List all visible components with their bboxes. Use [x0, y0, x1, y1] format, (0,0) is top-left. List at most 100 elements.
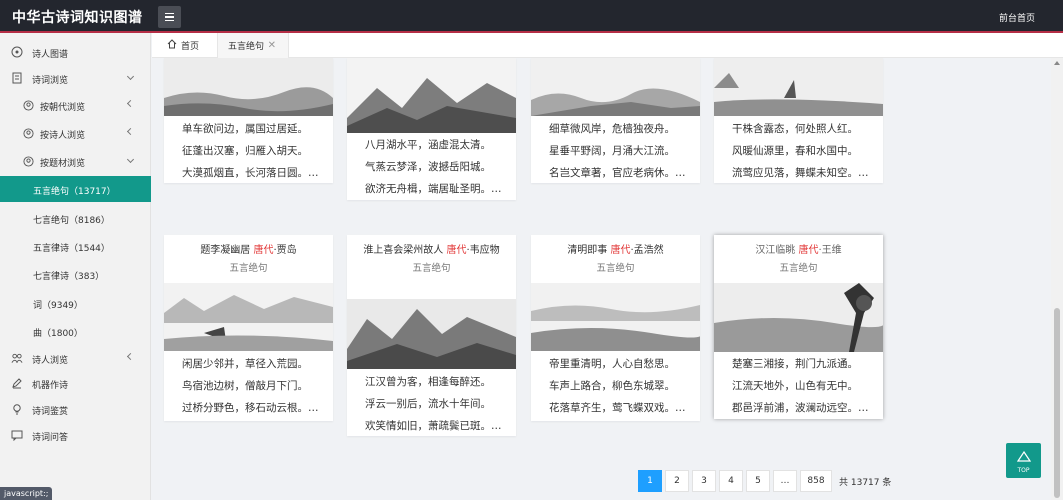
chevron-left-icon	[126, 127, 135, 137]
poem-line: 楚塞三湘接，荆门九派通。	[732, 358, 858, 370]
poem-card[interactable]: 清明即事 唐代·孟浩然 五言绝句 帝里重清明，人心自愁思。 车声上路合，柳色东城…	[531, 235, 700, 421]
page-ellipsis: …	[773, 470, 797, 492]
poem-line: 风暖仙源里，春和水国中。	[732, 145, 858, 157]
poem-line: 干株含露态，何处照人红。	[732, 123, 858, 135]
sidebar-item-ci[interactable]: 词（9349）	[0, 290, 151, 316]
poem-title[interactable]: 淮上喜会梁州故人	[363, 245, 443, 256]
triangle-up-icon	[1016, 447, 1031, 466]
pen-icon	[11, 377, 23, 389]
tab-wuyan-jueju[interactable]: 五言绝句 ✕	[217, 33, 289, 58]
page-last-button[interactable]: 858	[800, 470, 832, 492]
poem-line: 单车欲问边，属国过居延。	[182, 123, 308, 135]
landscape-image	[347, 58, 516, 133]
poem-type: 五言绝句	[229, 263, 268, 274]
scroll-up-arrow[interactable]	[1054, 61, 1060, 65]
poem-card[interactable]: 细草微风岸，危樯独夜舟。 星垂平野阔，月涌大江流。 名岂文章著，官应老病休。…	[531, 58, 700, 183]
bulb-icon	[11, 403, 23, 415]
poem-line: 气蒸云梦泽，波撼岳阳城。	[365, 161, 491, 173]
vertical-scrollbar[interactable]	[1051, 58, 1063, 500]
sidebar-item-poet-browse[interactable]: 诗人浏览	[0, 345, 151, 371]
poem-dynasty: 唐代	[798, 245, 819, 256]
poem-type: 五言绝句	[412, 263, 451, 274]
poem-line: 八月湖水平，涵虚混太清。	[365, 139, 491, 151]
circle-user-icon	[22, 99, 34, 111]
page-4-button[interactable]: 4	[719, 470, 743, 492]
back-to-top-button[interactable]: TOP	[1006, 443, 1041, 478]
sidebar-item-by-genre[interactable]: 按题材浏览	[0, 148, 151, 174]
tab-home[interactable]: 首页	[167, 33, 199, 58]
page-2-button[interactable]: 2	[665, 470, 689, 492]
landscape-image	[164, 58, 333, 116]
menu-toggle-button[interactable]	[158, 6, 181, 28]
sidebar-item-qiyan-jueju[interactable]: 七言绝句（8186）	[0, 205, 151, 231]
sidebar-item-wuyan-lvshi[interactable]: 五言律诗（1544）	[0, 233, 151, 259]
sidebar-item-wuyan-jueju[interactable]: 五言绝句（13717）	[0, 176, 151, 202]
landscape-image	[347, 299, 516, 369]
chat-icon	[11, 429, 23, 441]
poem-card[interactable]: 汉江临眺 唐代·王维 五言绝句 楚塞三湘接，荆门九派通。 江流天地外，山色有无中…	[714, 235, 883, 419]
poem-line: 江流天地外，山色有无中。	[732, 380, 858, 392]
poem-card[interactable]: 干株含露态，何处照人红。 风暖仙源里，春和水国中。 流莺应见落，舞蝶未知空。…	[714, 58, 883, 183]
hamburger-icon	[165, 12, 174, 15]
sidebar-item-qu[interactable]: 曲（1800）	[0, 318, 151, 344]
poem-line: 欢笑情如旧，萧疏鬓已斑。…	[365, 420, 502, 432]
poem-line: 郡邑浮前浦，波澜动远空。…	[732, 402, 869, 414]
poem-author[interactable]: ·韦应物	[467, 245, 500, 256]
poem-line: 细草微风岸，危樯独夜舟。	[549, 123, 675, 135]
sidebar-item-by-dynasty[interactable]: 按朝代浏览	[0, 92, 151, 118]
poem-line: 鸟宿池边树，僧敲月下门。	[182, 380, 308, 392]
poem-title[interactable]: 清明即事	[567, 245, 607, 256]
page-3-button[interactable]: 3	[692, 470, 716, 492]
sidebar: 诗人图谱 诗词浏览 按朝代浏览 按诗人浏览 按题材浏览 五言绝句（13717） …	[0, 33, 151, 500]
sidebar-item-browse[interactable]: 诗词浏览	[0, 65, 151, 91]
group-icon	[11, 352, 23, 364]
poem-author[interactable]: ·贾岛	[274, 245, 297, 256]
sidebar-item-poet-graph[interactable]: 诗人图谱	[0, 39, 151, 65]
scroll-thumb[interactable]	[1054, 308, 1060, 498]
poem-line: 过桥分野色，移石动云根。…	[182, 402, 319, 414]
sidebar-item-by-poet[interactable]: 按诗人浏览	[0, 120, 151, 146]
pagination: 1 2 3 4 5 … 858 共 13717 条	[638, 470, 891, 492]
poem-line: 星垂平野阔，月涌大江流。	[549, 145, 675, 157]
poem-card[interactable]: 题李凝幽居 唐代·贾岛 五言绝句 闲居少邻并，草径入荒园。 鸟宿池边树，僧敲月下…	[164, 235, 333, 421]
tab-bar: 首页 五言绝句 ✕	[152, 33, 1063, 58]
home-icon	[167, 39, 177, 52]
chevron-left-icon	[126, 352, 135, 362]
close-icon[interactable]: ✕	[268, 40, 276, 51]
graph-icon	[11, 46, 23, 58]
sidebar-item-qiyan-lvshi[interactable]: 七言律诗（383）	[0, 261, 151, 287]
sidebar-item-machine-poetry[interactable]: 机器作诗	[0, 370, 151, 396]
page-5-button[interactable]: 5	[746, 470, 770, 492]
poem-card[interactable]: 淮上喜会梁州故人 唐代·韦应物 五言绝句 江汉曾为客，相逢每醉还。 浮云一别后，…	[347, 235, 516, 436]
sidebar-item-appreciation[interactable]: 诗词鉴赏	[0, 396, 151, 422]
total-count: 共 13717 条	[839, 477, 892, 488]
landscape-image	[714, 58, 883, 116]
poem-line: 大漠孤烟直，长河落日圆。…	[182, 167, 319, 179]
frontend-home-link[interactable]: 前台首页	[999, 11, 1035, 24]
circle-user-icon	[22, 127, 34, 139]
poem-line: 帝里重清明，人心自愁思。	[549, 358, 675, 370]
poem-card[interactable]: 单车欲问边，属国过居延。 征蓬出汉塞，归雁入胡天。 大漠孤烟直，长河落日圆。…	[164, 58, 333, 183]
poem-type: 五言绝句	[596, 263, 635, 274]
poem-dynasty: 唐代	[446, 245, 467, 256]
poem-line: 江汉曾为客，相逢每醉还。	[365, 376, 491, 388]
poem-line: 车声上路合，柳色东城翠。	[549, 380, 675, 392]
poem-line: 征蓬出汉塞，归雁入胡天。	[182, 145, 308, 157]
site-logo[interactable]: 中华古诗词知识图谱	[12, 7, 143, 27]
poem-grid: 单车欲问边，属国过居延。 征蓬出汉塞，归雁入胡天。 大漠孤烟直，长河落日圆。… …	[152, 58, 1051, 500]
poem-card[interactable]: 八月湖水平，涵虚混太清。 气蒸云梦泽，波撼岳阳城。 欲济无舟楫，端居耻圣明。…	[347, 58, 516, 200]
poem-line: 闲居少邻并，草径入荒园。	[182, 358, 308, 370]
page-1-button[interactable]: 1	[638, 470, 662, 492]
landscape-image	[714, 283, 883, 352]
sidebar-item-qa[interactable]: 诗词问答	[0, 422, 151, 448]
chevron-down-icon	[126, 72, 135, 82]
circle-user-icon	[22, 155, 34, 167]
poem-author[interactable]: ·孟浩然	[631, 245, 664, 256]
poem-line: 欲济无舟楫，端居耻圣明。…	[365, 183, 502, 195]
poem-author[interactable]: ·王维	[819, 245, 842, 256]
chevron-down-icon	[126, 155, 135, 165]
poem-title[interactable]: 汉江临眺	[755, 245, 795, 256]
poem-title[interactable]: 题李凝幽居	[200, 245, 250, 256]
document-icon	[11, 72, 23, 84]
landscape-image	[531, 58, 700, 116]
